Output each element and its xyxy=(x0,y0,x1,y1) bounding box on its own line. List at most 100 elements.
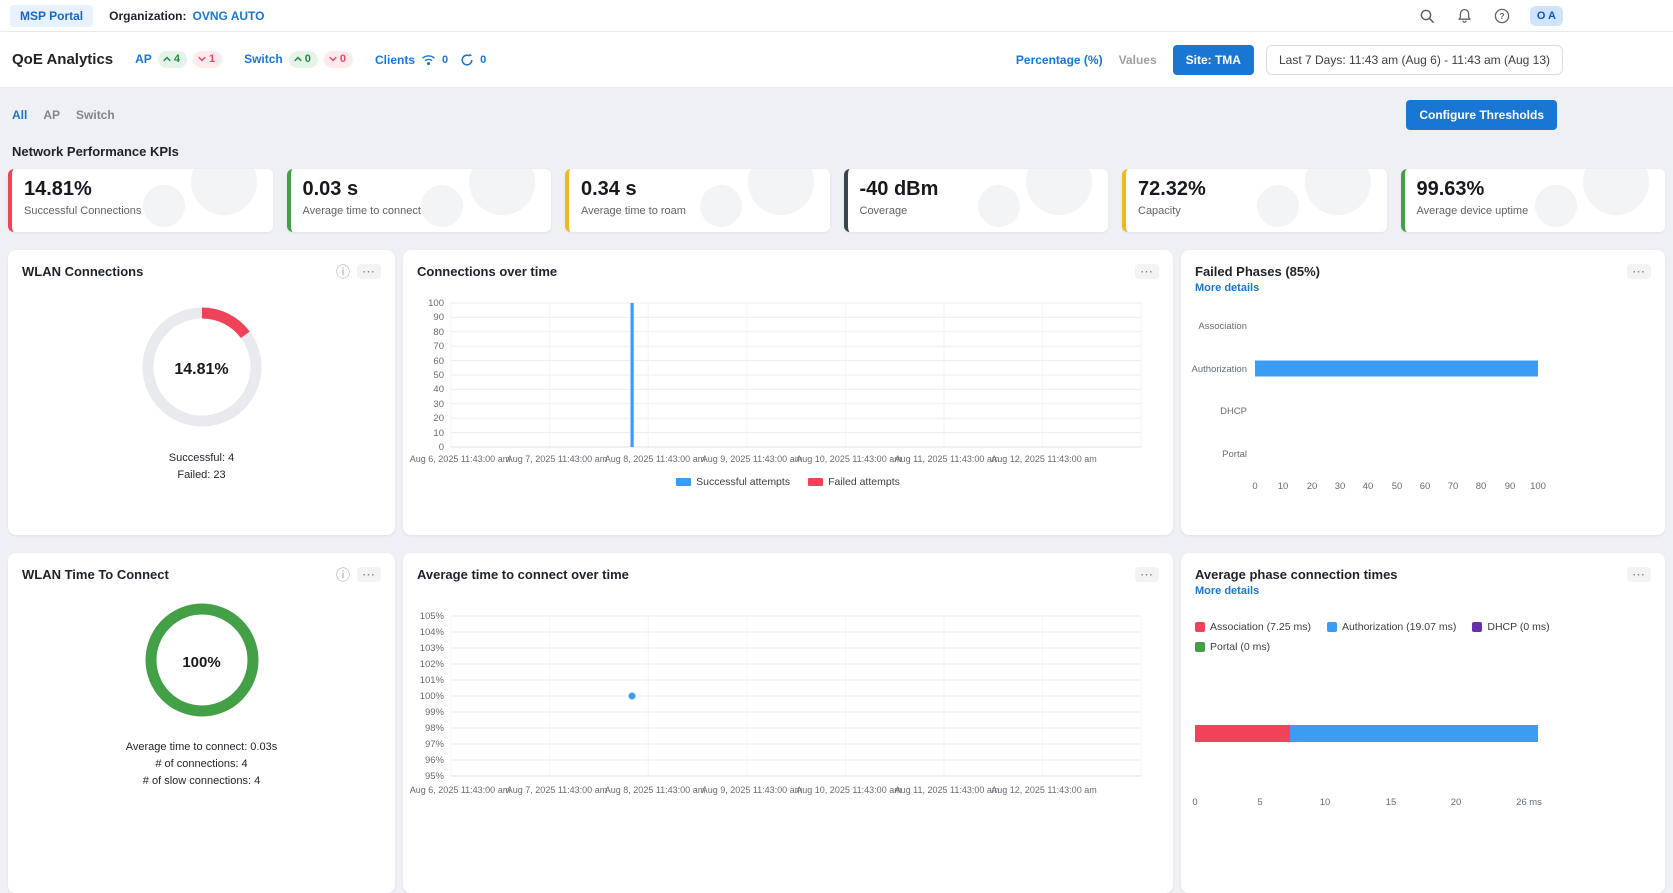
tab-switch[interactable]: Switch xyxy=(76,108,115,122)
more-options-icon[interactable]: ⋯ xyxy=(357,567,381,582)
donut-value: 100% xyxy=(140,598,264,727)
panel-row-2: WLAN Time To Connect ⓘ ⋯ 100% Average ti… xyxy=(8,553,1665,893)
association-segment xyxy=(1195,725,1290,742)
ap-down-count: 1 xyxy=(209,52,215,67)
legend-item: Successful attempts xyxy=(676,476,790,488)
svg-text:104%: 104% xyxy=(420,627,445,638)
svg-text:0: 0 xyxy=(1252,481,1257,492)
svg-text:Portal: Portal xyxy=(1222,449,1247,460)
kpi-card-successful-connections: 14.81% Successful Connections xyxy=(8,169,273,232)
kpi-card-capacity: 72.32% Capacity xyxy=(1122,169,1387,232)
clients-label: Clients xyxy=(375,53,415,67)
category-labels: Association Authorization DHCP Portal xyxy=(1192,321,1247,460)
wlan-connections-panel: WLAN Connections ⓘ ⋯ 14.81% Successful: … xyxy=(8,250,395,535)
svg-text:Aug 9, 2025 11:43:00 am: Aug 9, 2025 11:43:00 am xyxy=(702,454,802,464)
more-options-icon[interactable]: ⋯ xyxy=(1627,567,1651,582)
user-avatar[interactable]: O A xyxy=(1530,6,1563,26)
panel-title: Connections over time xyxy=(417,264,557,279)
avg-time-to-connect-chart: 105% 104% 103% 102% 101% 100% 99% 98% 97… xyxy=(406,608,1146,798)
qoe-toolbar: QoE Analytics AP 4 1 Switch 0 0 xyxy=(0,32,1673,88)
panel-row-1: WLAN Connections ⓘ ⋯ 14.81% Successful: … xyxy=(8,250,1665,535)
organization-name[interactable]: OVNG AUTO xyxy=(192,9,264,23)
wlan-connections-donut: 14.81% xyxy=(138,303,266,436)
legend-label: Portal (0 ms) xyxy=(1210,641,1270,653)
more-options-icon[interactable]: ⋯ xyxy=(357,264,381,279)
svg-text:10: 10 xyxy=(1320,797,1331,808)
svg-text:40: 40 xyxy=(1363,481,1374,492)
notifications-bell-icon[interactable] xyxy=(1457,8,1472,24)
switch-label: Switch xyxy=(244,52,283,66)
svg-text:98%: 98% xyxy=(425,723,445,734)
percentage-toggle[interactable]: Percentage (%) xyxy=(1016,53,1103,67)
ap-down-badge: 1 xyxy=(193,51,222,68)
kpi-section-title: Network Performance KPIs xyxy=(12,144,1661,159)
svg-text:97%: 97% xyxy=(425,739,445,750)
x-axis-labels: Aug 6, 2025 11:43:00 am Aug 7, 2025 11:4… xyxy=(410,454,1097,464)
svg-text:70: 70 xyxy=(433,341,444,352)
search-icon[interactable] xyxy=(1419,8,1435,24)
svg-text:20: 20 xyxy=(433,413,444,424)
switch-summary[interactable]: Switch 0 0 xyxy=(244,51,353,68)
date-range-picker[interactable]: Last 7 Days: 11:43 am (Aug 6) - 11:43 am… xyxy=(1266,45,1563,75)
help-icon[interactable]: ? xyxy=(1494,8,1510,24)
legend-label: Successful attempts xyxy=(696,476,790,488)
connections-over-time-panel: Connections over time ⋯ xyxy=(403,250,1173,535)
values-toggle[interactable]: Values xyxy=(1119,53,1157,67)
more-options-icon[interactable]: ⋯ xyxy=(1135,264,1159,279)
x-axis-labels: 0 10 20 30 40 50 60 70 80 90 100 xyxy=(1252,481,1546,492)
ap-label: AP xyxy=(135,52,152,66)
x-axis-labels: Aug 6, 2025 11:43:00 am Aug 7, 2025 11:4… xyxy=(410,785,1097,795)
clients-summary[interactable]: Clients 0 0 xyxy=(375,53,486,67)
device-tabs: All AP Switch Configure Thresholds xyxy=(12,100,1661,130)
svg-text:Aug 10, 2025 11:43:00 am: Aug 10, 2025 11:43:00 am xyxy=(796,454,901,464)
legend-item: DHCP (0 ms) xyxy=(1472,621,1549,633)
configure-thresholds-button[interactable]: Configure Thresholds xyxy=(1406,100,1557,130)
svg-text:100: 100 xyxy=(1530,481,1546,492)
tab-all[interactable]: All xyxy=(12,108,27,122)
kpi-value: 0.34 s xyxy=(581,178,818,201)
chevron-down-icon xyxy=(198,56,206,62)
chevron-down-icon xyxy=(329,56,337,62)
svg-text:Aug 11, 2025 11:43:00 am: Aug 11, 2025 11:43:00 am xyxy=(895,454,1000,464)
svg-text:0: 0 xyxy=(439,442,444,453)
y-axis-labels: 105% 104% 103% 102% 101% 100% 99% 98% 97… xyxy=(420,611,445,782)
legend-swatch xyxy=(676,478,691,486)
avg-time-to-connect-panel: Average time to connect over time ⋯ xyxy=(403,553,1173,893)
legend-swatch xyxy=(1195,622,1205,632)
panel-title: Average time to connect over time xyxy=(417,567,629,582)
svg-text:102%: 102% xyxy=(420,659,445,670)
more-options-icon[interactable]: ⋯ xyxy=(1627,264,1651,279)
svg-text:Aug 8, 2025 11:43:00 am: Aug 8, 2025 11:43:00 am xyxy=(605,454,705,464)
legend-item: Association (7.25 ms) xyxy=(1195,621,1311,633)
tab-ap[interactable]: AP xyxy=(43,108,60,122)
ap-up-count: 4 xyxy=(174,52,180,67)
svg-text:DHCP: DHCP xyxy=(1220,406,1247,417)
connections-line: # of connections: 4 xyxy=(8,756,395,773)
msp-portal-button[interactable]: MSP Portal xyxy=(10,5,93,27)
qoe-analytics-page: MSP Portal Organization: OVNG AUTO ? O A… xyxy=(0,0,1673,893)
data-point-100pct xyxy=(629,693,636,700)
connections-over-time-chart: 100 90 80 70 60 50 40 30 20 10 0 xyxy=(406,295,1146,467)
info-icon[interactable]: ⓘ xyxy=(336,265,350,279)
svg-text:Association: Association xyxy=(1198,321,1247,332)
failed-phases-panel: Failed Phases (85%) ⋯ More details Assoc… xyxy=(1181,250,1665,535)
svg-text:Aug 8, 2025 11:43:00 am: Aug 8, 2025 11:43:00 am xyxy=(605,785,705,795)
kpi-label: Successful Connections xyxy=(24,205,261,217)
phase-times-chart: 0 5 10 15 20 26 ms xyxy=(1181,701,1636,811)
svg-text:10: 10 xyxy=(433,428,444,439)
avg-time-line: Average time to connect: 0.03s xyxy=(8,739,395,756)
more-options-icon[interactable]: ⋯ xyxy=(1135,567,1159,582)
switch-down-badge: 0 xyxy=(324,51,353,68)
legend-swatch xyxy=(1327,622,1337,632)
slow-connections-line: # of slow connections: 4 xyxy=(8,773,395,790)
more-details-link[interactable]: More details xyxy=(1195,585,1259,597)
kpi-value: 72.32% xyxy=(1138,178,1375,201)
legend-swatch xyxy=(1195,642,1205,652)
info-icon[interactable]: ⓘ xyxy=(336,568,350,582)
kpi-label: Coverage xyxy=(860,205,1097,217)
more-details-link[interactable]: More details xyxy=(1195,282,1259,294)
ap-summary[interactable]: AP 4 1 xyxy=(135,51,222,68)
kpi-value: -40 dBm xyxy=(860,178,1097,201)
wlan-ttc-stats: Average time to connect: 0.03s # of conn… xyxy=(8,739,395,790)
site-selector-button[interactable]: Site: TMA xyxy=(1173,45,1254,75)
